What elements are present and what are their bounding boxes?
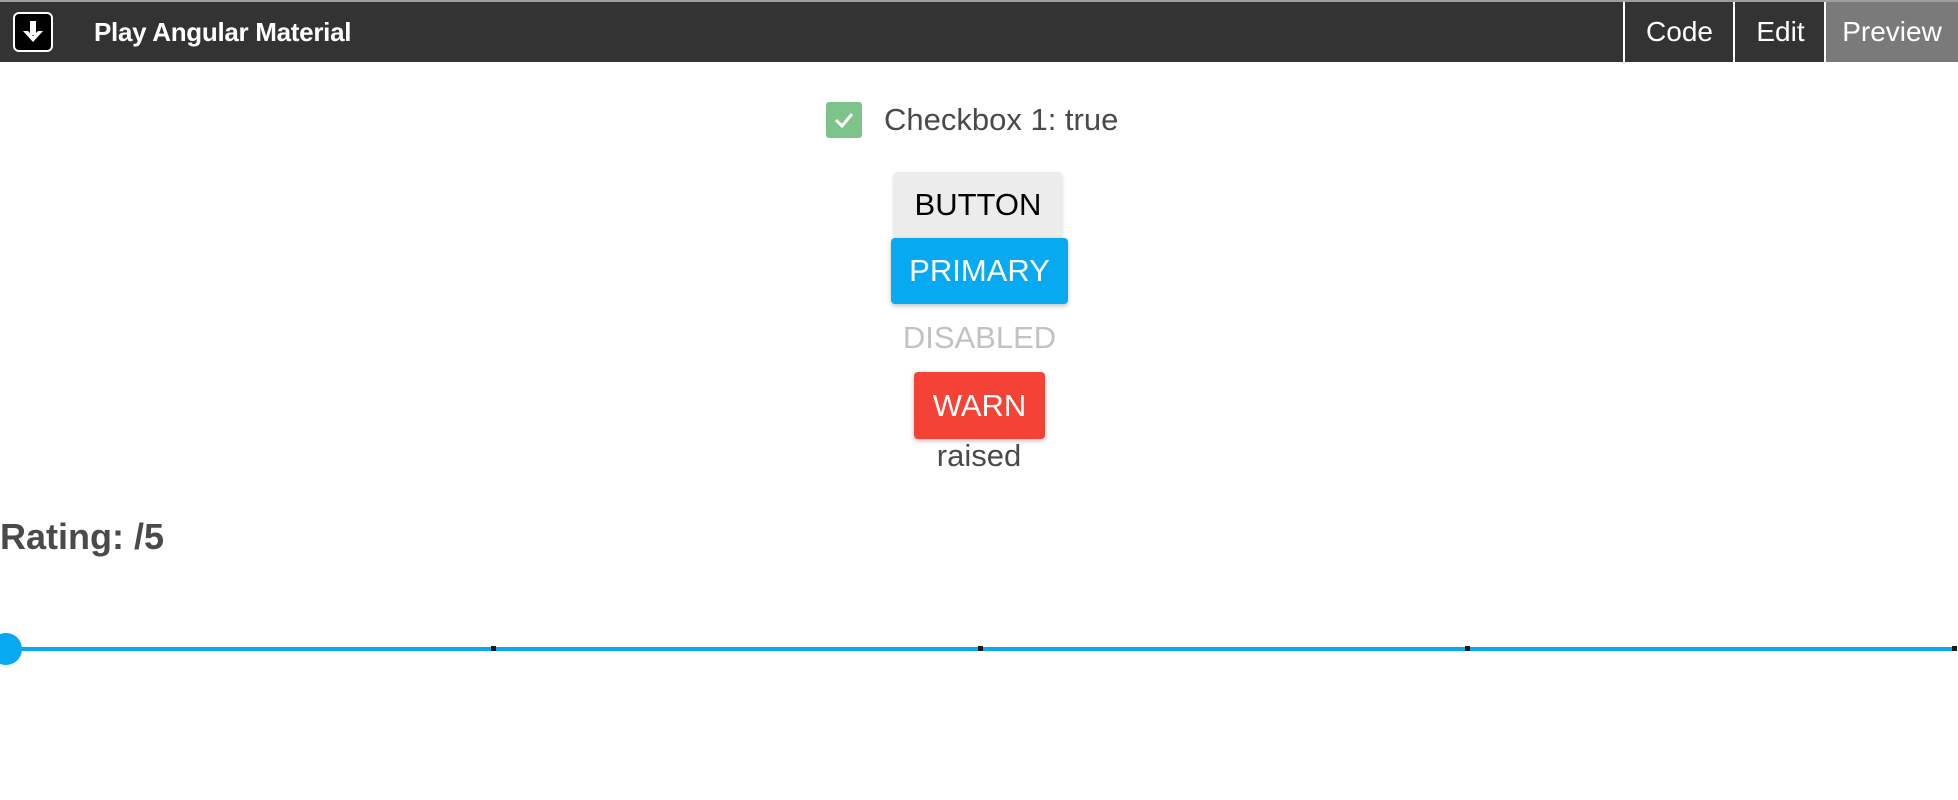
checkbox-row: Checkbox 1: true bbox=[826, 100, 1118, 140]
tab-preview[interactable]: Preview bbox=[1824, 2, 1958, 62]
disabled-button: DISABLED bbox=[902, 320, 1057, 355]
checkbox-1[interactable] bbox=[826, 102, 862, 138]
checkbox-label: Checkbox 1: true bbox=[884, 102, 1119, 137]
slider-tick bbox=[978, 646, 983, 651]
slider-thumb[interactable] bbox=[0, 633, 22, 665]
warn-button[interactable]: WARN bbox=[914, 372, 1045, 439]
slider-tick bbox=[1952, 646, 1957, 651]
tab-edit[interactable]: Edit bbox=[1733, 2, 1826, 62]
top-bar: Play Angular Material Code Edit Preview bbox=[0, 0, 1958, 62]
slider-tick bbox=[1465, 646, 1470, 651]
primary-button[interactable]: PRIMARY bbox=[891, 238, 1068, 304]
rating-heading: Rating: /5 bbox=[0, 516, 165, 557]
app-title: Play Angular Material bbox=[94, 17, 352, 47]
tab-code[interactable]: Code bbox=[1623, 2, 1734, 62]
default-button[interactable]: BUTTON bbox=[894, 172, 1062, 238]
check-icon bbox=[834, 113, 854, 129]
slider-tick bbox=[491, 646, 496, 651]
download-arrow-icon[interactable] bbox=[13, 12, 53, 52]
rating-slider[interactable] bbox=[0, 630, 1958, 670]
raised-caption: raised bbox=[936, 438, 1022, 473]
